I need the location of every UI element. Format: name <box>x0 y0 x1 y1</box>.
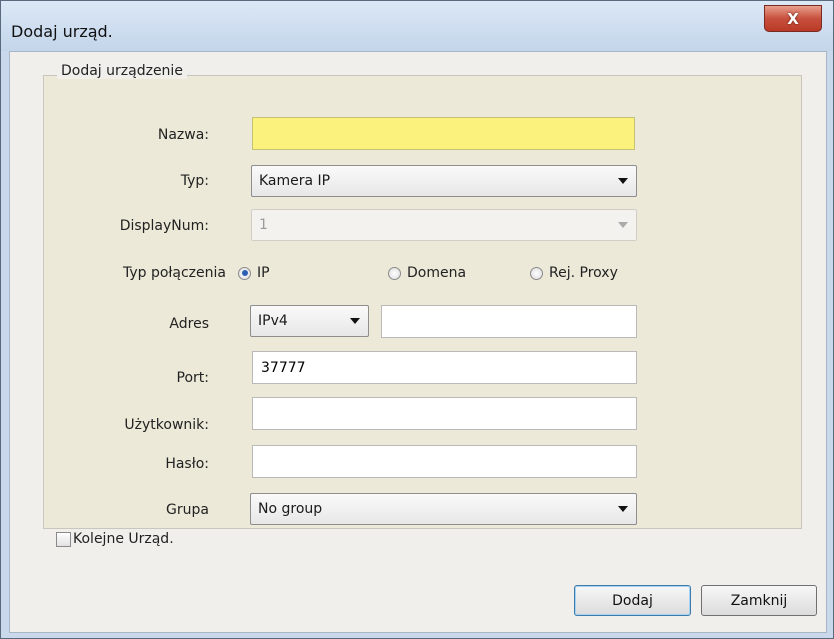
user-label: Użytkownik: <box>124 417 209 433</box>
connection-type-label: Typ połączenia <box>122 265 226 281</box>
user-input[interactable] <box>252 397 637 430</box>
group-title: Dodaj urządzenie <box>57 63 187 79</box>
title-bar[interactable]: Dodaj urząd. X <box>1 1 833 51</box>
display-num-label: DisplayNum: <box>119 218 209 234</box>
chevron-down-icon <box>618 178 628 184</box>
radio-proxy-indicator <box>530 266 543 280</box>
close-button[interactable]: Zamknij <box>701 585 817 616</box>
radio-proxy-label: Rej. Proxy <box>549 265 618 281</box>
port-label: Port: <box>176 370 209 386</box>
next-device-checkbox[interactable] <box>56 532 71 547</box>
address-label: Adres <box>169 316 209 332</box>
display-num-select[interactable]: 1 <box>251 209 637 241</box>
add-button[interactable]: Dodaj <box>574 585 691 616</box>
radio-domain[interactable]: Domena <box>388 265 466 281</box>
radio-ip[interactable]: IP <box>238 265 270 281</box>
window-title: Dodaj urząd. <box>11 22 113 41</box>
radio-ip-label: IP <box>257 265 270 281</box>
address-protocol-value: IPv4 <box>258 313 288 329</box>
display-num-value: 1 <box>259 217 268 233</box>
next-device-label: Kolejne Urząd. <box>73 531 174 547</box>
name-label: Nazwa: <box>157 127 209 143</box>
chevron-down-icon <box>618 506 628 512</box>
close-icon: X <box>787 9 799 28</box>
address-input[interactable] <box>381 305 637 338</box>
dialog-window: Dodaj urząd. X Dodaj urządzenie Nazwa: T… <box>0 0 834 639</box>
close-window-button[interactable]: X <box>764 5 822 32</box>
radio-ip-indicator <box>238 266 251 280</box>
chevron-down-icon <box>618 222 628 228</box>
radio-domain-label: Domena <box>407 265 467 281</box>
group-select-value: No group <box>258 501 323 517</box>
radio-proxy[interactable]: Rej. Proxy <box>530 265 618 281</box>
group-label: Grupa <box>166 502 209 518</box>
password-input[interactable] <box>252 445 637 478</box>
address-protocol-select[interactable]: IPv4 <box>250 305 369 337</box>
password-label: Hasło: <box>165 456 209 472</box>
name-input[interactable] <box>252 117 635 150</box>
port-input[interactable] <box>252 351 637 384</box>
chevron-down-icon <box>350 318 360 324</box>
type-select-value: Kamera IP <box>259 173 331 189</box>
type-label: Typ: <box>180 173 209 189</box>
radio-domain-indicator <box>388 266 401 280</box>
type-select[interactable]: Kamera IP <box>251 165 637 197</box>
group-select[interactable]: No group <box>250 493 637 525</box>
